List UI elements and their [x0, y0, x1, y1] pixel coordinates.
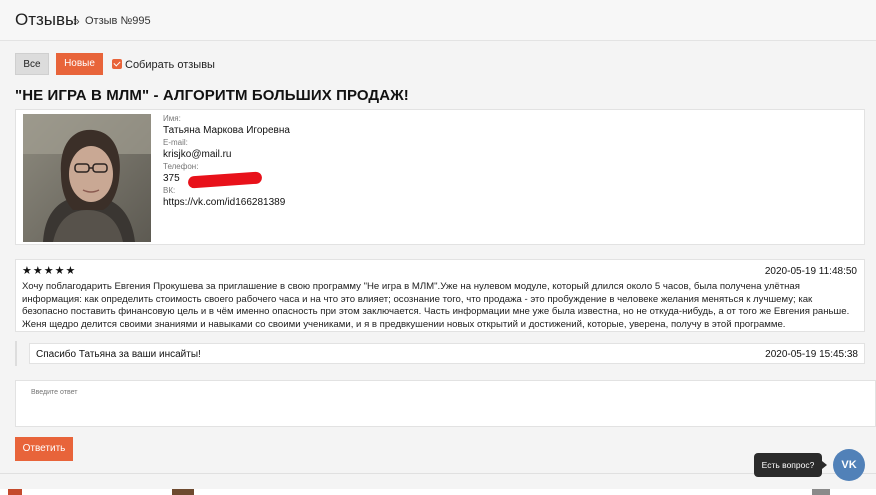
- rating-stars: ★★★★★: [22, 265, 77, 277]
- answer-field-wrapper: [15, 380, 876, 427]
- phone-label: Телефон:: [163, 162, 199, 171]
- reply-box: Спасибо Татьяна за ваши инсайты! 2020-05…: [29, 343, 865, 364]
- email-value: krisjko@mail.ru: [163, 149, 232, 160]
- review-text: Хочу поблагодарить Евгения Прокушева за …: [22, 281, 850, 330]
- phone-value: 375: [163, 173, 180, 184]
- reply-text: Спасибо Татьяна за ваши инсайты!: [36, 349, 201, 360]
- filter-all-button[interactable]: Все: [15, 53, 49, 75]
- breadcrumb: Отзыв №995: [85, 15, 151, 27]
- profile-card: Имя: Татьяна Маркова Игоревна E-mail: kr…: [15, 109, 865, 245]
- divider: [0, 473, 876, 474]
- vk-label: ВК:: [163, 186, 176, 195]
- help-tooltip[interactable]: Есть вопрос?: [754, 453, 827, 477]
- collect-reviews-label[interactable]: Собирать отзывы: [125, 59, 215, 71]
- review-heading: "НЕ ИГРА В МЛМ" - АЛГОРИТМ БОЛЬШИХ ПРОДА…: [15, 87, 409, 104]
- page-title[interactable]: Отзывы: [15, 10, 77, 30]
- name-value: Татьяна Маркова Игоревна: [163, 125, 290, 136]
- answer-input[interactable]: [16, 381, 875, 426]
- reply-indent-bar: [15, 341, 17, 366]
- redaction-mark: [187, 171, 263, 189]
- review-card: ★★★★★ 2020-05-19 11:48:50 Хочу поблагода…: [15, 259, 865, 332]
- vk-link[interactable]: https://vk.com/id166281389: [163, 197, 285, 208]
- collect-reviews-checkbox[interactable]: [112, 59, 122, 69]
- vk-chat-icon[interactable]: VK: [833, 449, 865, 481]
- page-header: Отзывы » Отзыв №995: [0, 0, 876, 41]
- bottom-strip: [0, 489, 876, 495]
- submit-answer-button[interactable]: Ответить: [15, 437, 73, 461]
- filter-new-button[interactable]: Новые: [56, 53, 103, 75]
- reply-date: 2020-05-19 15:45:38: [765, 349, 858, 360]
- name-label: Имя:: [163, 114, 181, 123]
- review-date: 2020-05-19 11:48:50: [764, 266, 857, 277]
- reply-item: Спасибо Татьяна за ваши инсайты! 2020-05…: [15, 341, 865, 366]
- email-label: E-mail:: [163, 138, 188, 147]
- avatar: [23, 114, 151, 242]
- breadcrumb-separator: »: [73, 14, 80, 28]
